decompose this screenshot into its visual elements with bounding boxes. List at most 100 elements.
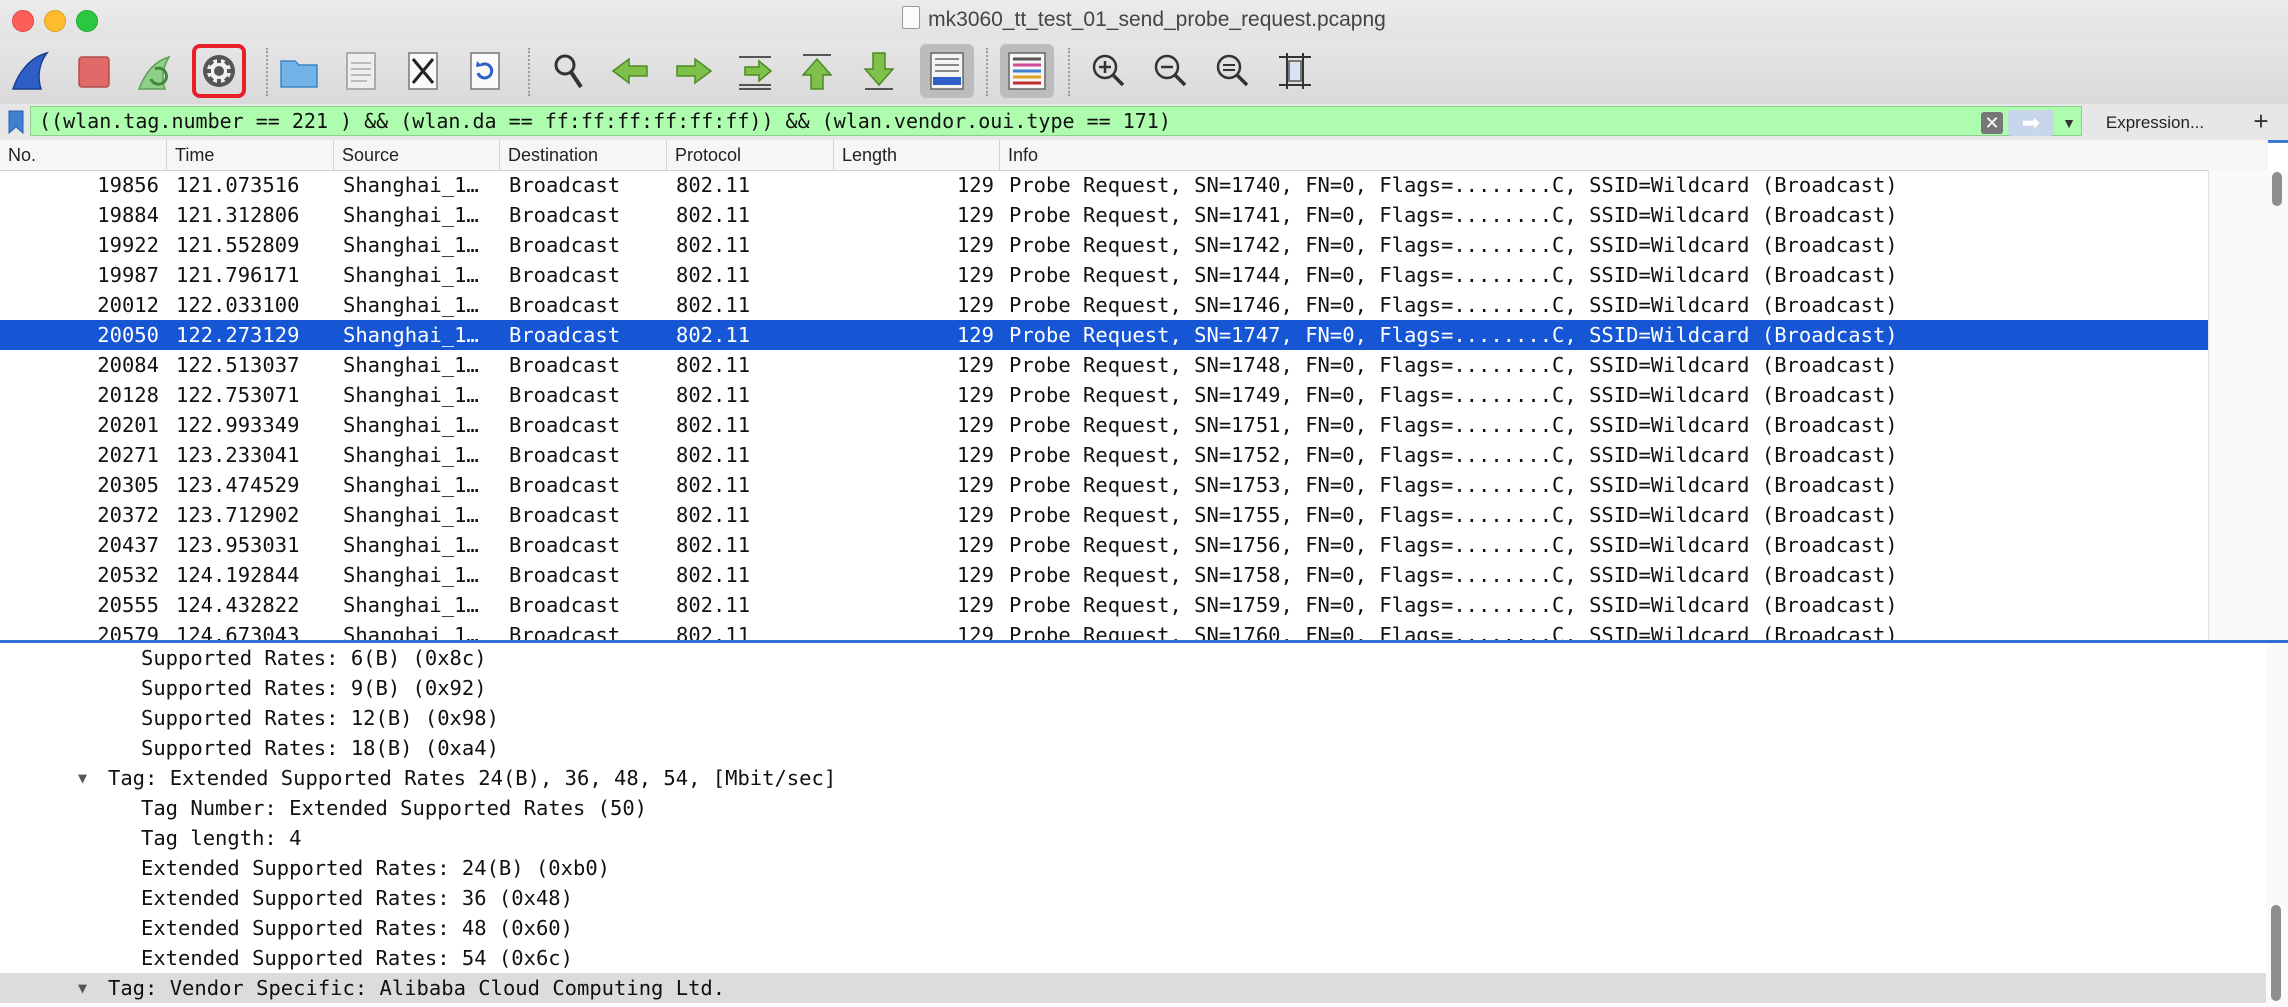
packet-row[interactable]: 20305 123.474529 Shanghai_1… Broadcast 802.1…: [0, 470, 2208, 500]
packet-row[interactable]: 19856 121.073516 Shanghai_1… Broadcast 802.1…: [0, 170, 2208, 200]
close-file-icon: [408, 52, 438, 90]
packet-row[interactable]: 19922 121.552809 Shanghai_1… Broadcast 802.1…: [0, 230, 2208, 260]
close-file-button[interactable]: [396, 44, 450, 98]
packet-cell-info: Probe Request, SN=1747, FN=0, Flags=....…: [1009, 323, 1898, 347]
column-header-no[interactable]: No.: [0, 140, 167, 170]
packet-cell-no: 20201: [97, 413, 159, 437]
detail-tree-field[interactable]: Extended Supported Rates: 48 (0x60): [0, 913, 2288, 943]
column-header-time[interactable]: Time: [167, 140, 334, 170]
packet-row-selected[interactable]: 20050 122.273129 Shanghai_1… Broadcast 802.1…: [0, 320, 2208, 350]
packet-cell-length: 129: [956, 293, 994, 317]
detail-tree-field[interactable]: Extended Supported Rates: 54 (0x6c): [0, 943, 2288, 973]
packet-cell-destination: Broadcast: [509, 263, 621, 287]
detail-tree-field[interactable]: Tag Number: Extended Supported Rates (50…: [0, 793, 2288, 823]
column-header-destination[interactable]: Destination: [500, 140, 667, 170]
packet-row[interactable]: 20372 123.712902 Shanghai_1… Broadcast 802.1…: [0, 500, 2208, 530]
packet-row[interactable]: 20437 123.953031 Shanghai_1… Broadcast 802.1…: [0, 530, 2208, 560]
packet-row[interactable]: 19884 121.312806 Shanghai_1… Broadcast 802.1…: [0, 200, 2208, 230]
go-first-button[interactable]: [790, 44, 844, 98]
expand-arrow-icon[interactable]: ▼: [78, 763, 87, 793]
toolbar-separator: [1068, 48, 1070, 96]
clear-filter-button[interactable]: ✕: [1981, 112, 2003, 134]
start-capture-button[interactable]: [4, 44, 58, 98]
packet-row[interactable]: 20579 124.673043 Shanghai_1… Broadcast 802.1…: [0, 620, 2208, 640]
packet-row[interactable]: 20532 124.192844 Shanghai_1… Broadcast 802.1…: [0, 560, 2208, 590]
detail-tree-node[interactable]: ▼ Tag: Extended Supported Rates 24(B), 36…: [0, 763, 2288, 793]
details-scrollbar[interactable]: [2266, 643, 2288, 1007]
packet-row[interactable]: 20201 122.993349 Shanghai_1… Broadcast 802.1…: [0, 410, 2208, 440]
packet-cell-protocol: 802.11: [676, 173, 751, 197]
packet-row[interactable]: 20555 124.432822 Shanghai_1… Broadcast 802.1…: [0, 590, 2208, 620]
stop-capture-button[interactable]: [66, 44, 120, 98]
main-toolbar: [0, 40, 2288, 104]
file-icon: [346, 52, 376, 90]
column-header-source[interactable]: Source: [334, 140, 500, 170]
expression-button[interactable]: Expression...: [2090, 110, 2220, 136]
packet-cell-no: 20084: [97, 353, 159, 377]
packet-row[interactable]: 20128 122.753071 Shanghai_1… Broadcast 802.1…: [0, 380, 2208, 410]
detail-tree-field[interactable]: Tag length: 4: [0, 823, 2288, 853]
packet-cell-info: Probe Request, SN=1760, FN=0, Flags=....…: [1009, 623, 1898, 640]
packet-row[interactable]: 19987 121.796171 Shanghai_1… Broadcast 802.1…: [0, 260, 2208, 290]
packet-cell-destination: Broadcast: [509, 203, 621, 227]
save-file-button[interactable]: [334, 44, 388, 98]
packet-row[interactable]: 20271 123.233041 Shanghai_1… Broadcast 802.1…: [0, 440, 2208, 470]
scrollbar-thumb[interactable]: [2271, 905, 2281, 1001]
detail-tree-field[interactable]: Supported Rates: 12(B) (0x98): [0, 703, 2288, 733]
packet-cell-time: 121.073516: [176, 173, 300, 197]
normal-size-button[interactable]: [1206, 44, 1260, 98]
add-filter-button[interactable]: +: [2244, 106, 2278, 136]
restart-capture-button[interactable]: [128, 44, 182, 98]
expand-arrow-icon[interactable]: ▼: [78, 973, 87, 1003]
packet-cell-info: Probe Request, SN=1759, FN=0, Flags=....…: [1009, 593, 1898, 617]
window-title: mk3060_tt_test_01_send_probe_request.pca…: [928, 8, 1386, 31]
packet-cell-destination: Broadcast: [509, 323, 621, 347]
detail-tree-field[interactable]: Supported Rates: 18(B) (0xa4): [0, 733, 2288, 763]
column-header-info[interactable]: Info: [1000, 140, 2208, 170]
colorize-button[interactable]: [1000, 44, 1054, 98]
detail-tree-field[interactable]: Supported Rates: 6(B) (0x8c): [0, 643, 2288, 673]
go-forward-button[interactable]: [666, 44, 720, 98]
display-filter-bar: ((wlan.tag.number == 221 ) && (wlan.da =…: [0, 104, 2288, 143]
zoom-out-button[interactable]: [1144, 44, 1198, 98]
open-file-button[interactable]: [272, 44, 326, 98]
packet-cell-length: 129: [956, 353, 994, 377]
packet-cell-source: Shanghai_1…: [343, 563, 479, 587]
resize-columns-button[interactable]: [1268, 44, 1322, 98]
packet-list: No. Time Source Destination Protocol Len…: [0, 140, 2288, 640]
detail-tree-field[interactable]: Supported Rates: 9(B) (0x92): [0, 673, 2288, 703]
packet-cell-no: 19884: [97, 203, 159, 227]
find-packet-button[interactable]: [542, 44, 596, 98]
packet-list-scrollbar[interactable]: [2208, 170, 2288, 640]
packet-cell-time: 124.673043: [176, 623, 300, 640]
detail-tree-field[interactable]: Extended Supported Rates: 24(B) (0xb0): [0, 853, 2288, 883]
packet-cell-time: 122.033100: [176, 293, 300, 317]
packet-row[interactable]: 20012 122.033100 Shanghai_1… Broadcast 802.1…: [0, 290, 2208, 320]
zoom-in-button[interactable]: [1082, 44, 1136, 98]
column-header-length[interactable]: Length: [834, 140, 1000, 170]
go-back-button[interactable]: [604, 44, 658, 98]
packet-list-header: No. Time Source Destination Protocol Len…: [0, 140, 2268, 171]
packet-cell-source: Shanghai_1…: [343, 173, 479, 197]
reload-file-button[interactable]: [458, 44, 512, 98]
capture-options-button[interactable]: [192, 44, 246, 98]
detail-tree-field[interactable]: Extended Supported Rates: 36 (0x48): [0, 883, 2288, 913]
filter-bookmark-button[interactable]: [4, 108, 28, 136]
packet-cell-source: Shanghai_1…: [343, 413, 479, 437]
detail-tree-node[interactable]: ▼ Tag: Vendor Specific: Alibaba Cloud Com…: [0, 973, 2288, 1003]
detail-text: Supported Rates: 18(B) (0xa4): [141, 736, 499, 760]
apply-filter-button[interactable]: ➡: [2008, 110, 2054, 136]
go-to-packet-button[interactable]: [728, 44, 782, 98]
window-title-area: mk3060_tt_test_01_send_probe_request.pca…: [0, 6, 2288, 32]
packet-row[interactable]: 20084 122.513037 Shanghai_1… Broadcast 802.1…: [0, 350, 2208, 380]
go-last-button[interactable]: [852, 44, 906, 98]
scrollbar-thumb[interactable]: [2272, 172, 2282, 206]
recent-filters-dropdown[interactable]: ▼: [2058, 110, 2080, 136]
column-header-protocol[interactable]: Protocol: [667, 140, 834, 170]
auto-scroll-button[interactable]: [920, 44, 974, 98]
packet-cell-no: 20437: [97, 533, 159, 557]
packet-cell-no: 20271: [97, 443, 159, 467]
packet-cell-time: 123.953031: [176, 533, 300, 557]
search-icon: [554, 54, 583, 89]
display-filter-input[interactable]: ((wlan.tag.number == 221 ) && (wlan.da =…: [30, 106, 2082, 136]
